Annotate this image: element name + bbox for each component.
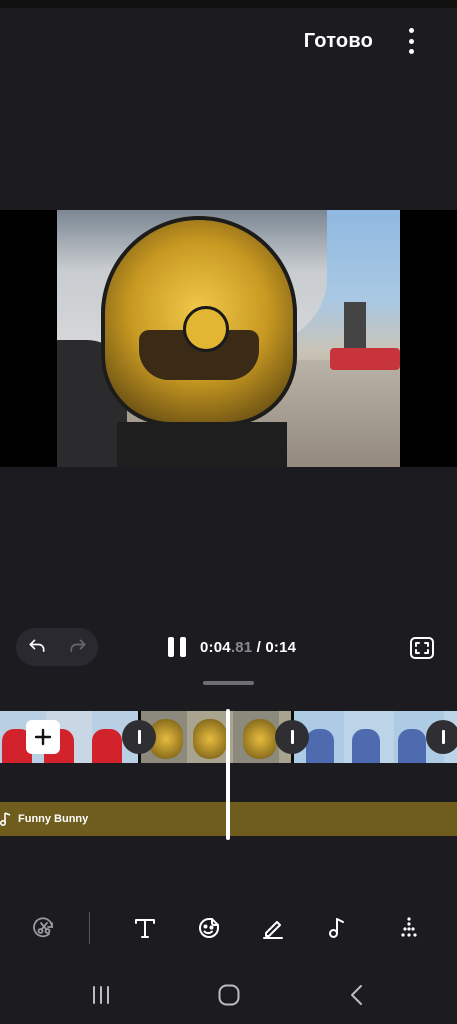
- time-readout: 0:04.81 / 0:14: [200, 639, 296, 656]
- playhead[interactable]: [226, 709, 230, 840]
- playback-controls: 0:04.81 / 0:14: [0, 628, 457, 668]
- back-icon[interactable]: [344, 982, 370, 1008]
- music-note-icon: [0, 812, 11, 826]
- helmet-emblem-shape: [183, 306, 229, 352]
- draw-icon[interactable]: [259, 914, 287, 942]
- home-icon[interactable]: [216, 982, 242, 1008]
- sticker-icon[interactable]: [195, 914, 223, 942]
- system-navigation-bar: [0, 968, 457, 1024]
- audio-icon[interactable]: [323, 914, 351, 942]
- transition-icon[interactable]: [426, 720, 457, 754]
- text-icon[interactable]: [131, 914, 159, 942]
- clip-thumbnail-figure: [352, 729, 380, 763]
- fullscreen-icon[interactable]: [409, 636, 435, 660]
- pause-icon[interactable]: [168, 637, 186, 657]
- clip-thumbnail-helmet: [243, 719, 277, 759]
- toolbar-divider: [89, 912, 90, 944]
- edit-toolbar: [0, 906, 457, 950]
- video-preview[interactable]: [57, 210, 400, 467]
- more-vert-icon[interactable]: [403, 28, 419, 54]
- top-bar: Готово: [0, 20, 457, 64]
- transition-icon[interactable]: [122, 720, 156, 754]
- total-duration: 0:14: [265, 638, 297, 656]
- clip-thumbnail-figure: [92, 729, 122, 763]
- recents-icon[interactable]: [88, 982, 114, 1008]
- add-clip-button[interactable]: [26, 720, 60, 754]
- trim-icon[interactable]: [30, 914, 58, 942]
- done-button[interactable]: Готово: [304, 30, 373, 53]
- add-icon: [34, 728, 52, 746]
- transition-icon[interactable]: [275, 720, 309, 754]
- play-time-group: 0:04.81 / 0:14: [168, 637, 296, 657]
- current-time: 0:04: [200, 638, 231, 656]
- audio-track-label: Funny Bunny: [18, 813, 89, 825]
- clip-helmet[interactable]: [141, 711, 291, 763]
- current-time-fraction: .81: [230, 638, 253, 656]
- clip-people[interactable]: [0, 711, 138, 763]
- redo-icon[interactable]: [68, 637, 88, 657]
- clip-thumbnail-figure: [398, 729, 426, 763]
- panel-drag-handle[interactable]: [203, 681, 254, 685]
- helmet-base-shape: [117, 422, 287, 467]
- clip-thumbnail-figure: [306, 729, 334, 763]
- time-separator: /: [252, 638, 266, 656]
- undo-icon[interactable]: [27, 637, 47, 657]
- status-bar: [0, 0, 457, 8]
- clip-thumbnail-helmet: [193, 719, 227, 759]
- red-vehicle-shape: [330, 348, 400, 370]
- undo-redo-group: [16, 628, 98, 666]
- more-tools-icon[interactable]: [395, 914, 423, 942]
